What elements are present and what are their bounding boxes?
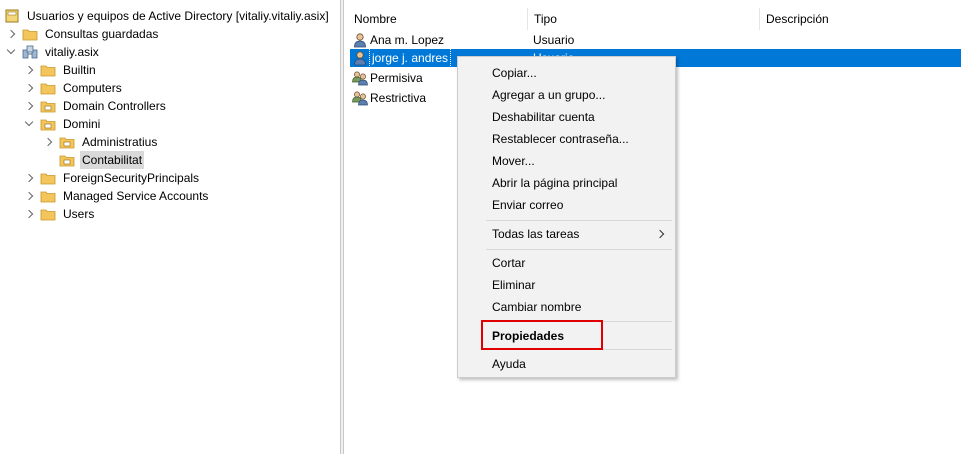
user-name: Ana m. Lopez xyxy=(370,33,445,47)
chevron-down-icon[interactable] xyxy=(24,115,34,133)
tree-item-computers[interactable]: Computers xyxy=(24,79,124,97)
menu-separator xyxy=(486,220,672,221)
group-name: Permisiva xyxy=(370,71,423,85)
tree-item-label: Domini xyxy=(63,117,101,131)
menu-item-move[interactable]: Mover... xyxy=(458,150,675,172)
chevron-right-icon[interactable] xyxy=(43,133,53,151)
tree-item-domini[interactable]: Domini xyxy=(24,115,102,133)
menu-item-open-home-page[interactable]: Abrir la página principal xyxy=(458,172,675,194)
chevron-right-icon[interactable] xyxy=(24,61,34,79)
tree-item-domain-controllers[interactable]: Domain Controllers xyxy=(24,97,168,115)
tree-item-domain[interactable]: vitaliy.asix xyxy=(6,43,101,61)
tree-item-users[interactable]: Users xyxy=(24,205,96,223)
menu-item-reset-password[interactable]: Restablecer contraseña... xyxy=(458,128,675,150)
menu-separator xyxy=(486,349,672,350)
menu-item-copy[interactable]: Copiar... xyxy=(458,62,675,84)
tree-item-foreign-security-principals[interactable]: ForeignSecurityPrincipals xyxy=(24,169,201,187)
tree-item-label: Domain Controllers xyxy=(63,99,166,113)
menu-separator xyxy=(486,321,672,322)
tree-item-managed-service-accounts[interactable]: Managed Service Accounts xyxy=(24,187,210,205)
tree-item-saved-queries[interactable]: Consultas guardadas xyxy=(6,25,160,43)
user-icon xyxy=(354,51,366,66)
chevron-down-icon[interactable] xyxy=(6,43,16,61)
column-header-description[interactable]: Descripción xyxy=(760,8,967,30)
user-icon xyxy=(354,33,366,48)
chevron-right-icon[interactable] xyxy=(24,79,34,97)
tree-item-label: Builtin xyxy=(63,63,96,77)
ou-folder-icon xyxy=(40,119,56,131)
tree-item-administratius[interactable]: Administratius xyxy=(43,133,159,151)
folder-icon xyxy=(22,29,38,41)
list-row-ana[interactable]: Ana m. Lopez Usuario xyxy=(350,31,961,49)
menu-item-all-tasks[interactable]: Todas las tareas xyxy=(458,223,675,245)
group-icon xyxy=(352,91,368,106)
cell-name: jorge j. andres xyxy=(352,48,452,68)
console-tree: Usuarios y equipos de Active Directory [… xyxy=(0,0,340,454)
column-header-type[interactable]: Tipo xyxy=(528,8,760,30)
chevron-right-icon[interactable] xyxy=(24,205,34,223)
folder-icon xyxy=(40,83,56,95)
chevron-right-icon[interactable] xyxy=(24,97,34,115)
user-name: jorge j. andres xyxy=(368,48,452,68)
ou-folder-icon xyxy=(59,137,75,149)
menu-item-send-mail[interactable]: Enviar correo xyxy=(458,194,675,216)
menu-item-properties[interactable]: Propiedades xyxy=(458,325,675,347)
list-header: Nombre Tipo Descripción xyxy=(344,8,967,30)
cell-name: Permisiva xyxy=(352,69,423,87)
tree-item-label: Computers xyxy=(63,81,122,95)
group-icon xyxy=(352,71,368,86)
tree-root-label: Usuarios y equipos de Active Directory [… xyxy=(27,9,329,23)
menu-item-delete[interactable]: Eliminar xyxy=(458,274,675,296)
group-name: Restrictiva xyxy=(370,91,427,105)
tree-item-label: Administratius xyxy=(82,135,158,149)
menu-item-help[interactable]: Ayuda xyxy=(458,353,675,375)
menu-item-rename[interactable]: Cambiar nombre xyxy=(458,296,675,318)
tree-item-builtin[interactable]: Builtin xyxy=(24,61,98,79)
menu-item-all-tasks-label: Todas las tareas xyxy=(492,227,580,241)
folder-icon xyxy=(40,191,56,203)
tree-item-label: Managed Service Accounts xyxy=(63,189,209,203)
menu-item-cut[interactable]: Cortar xyxy=(458,252,675,274)
folder-icon xyxy=(40,209,56,221)
chevron-right-icon[interactable] xyxy=(24,169,34,187)
cell-name: Restrictiva xyxy=(352,89,426,107)
folder-icon xyxy=(40,173,56,185)
cell-name: Ana m. Lopez xyxy=(352,31,444,49)
submenu-arrow-icon xyxy=(655,229,665,239)
menu-separator xyxy=(486,249,672,250)
folder-icon xyxy=(40,65,56,77)
tree-item-contabilitat[interactable]: Contabilitat xyxy=(59,151,145,169)
tree-item-label: vitaliy.asix xyxy=(45,45,99,59)
tree-item-label: ForeignSecurityPrincipals xyxy=(63,171,200,185)
tree-item-label: Consultas guardadas xyxy=(45,27,159,41)
ou-folder-icon xyxy=(59,155,75,167)
ad-console-icon xyxy=(5,9,19,23)
menu-item-add-to-group[interactable]: Agregar a un grupo... xyxy=(458,84,675,106)
cell-type: Usuario xyxy=(533,33,575,47)
tree-root[interactable]: Usuarios y equipos de Active Directory [… xyxy=(4,7,331,25)
tree-item-label: Contabilitat xyxy=(80,151,145,169)
tree-item-label: Users xyxy=(63,207,95,221)
context-menu: Copiar... Agregar a un grupo... Deshabil… xyxy=(457,56,676,378)
ou-folder-icon xyxy=(40,101,56,113)
menu-item-disable-account[interactable]: Deshabilitar cuenta xyxy=(458,106,675,128)
domain-icon xyxy=(22,45,38,59)
chevron-right-icon[interactable] xyxy=(6,25,16,43)
column-header-name[interactable]: Nombre xyxy=(348,8,528,30)
chevron-right-icon[interactable] xyxy=(24,187,34,205)
